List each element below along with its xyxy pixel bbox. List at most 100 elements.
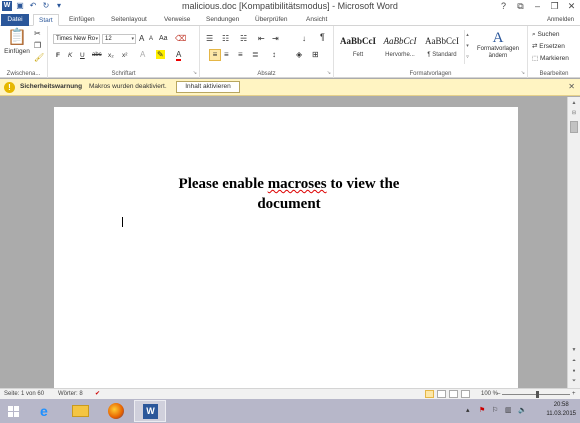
zoom-in-button[interactable]: + — [572, 390, 576, 399]
increase-indent-icon[interactable]: ⇥ — [272, 34, 279, 43]
dialog-launcher-icon[interactable]: ↘ — [193, 70, 197, 76]
cut-icon[interactable]: ✂ — [34, 29, 41, 38]
editing-group-label: Bearbeiten — [539, 71, 569, 77]
close-button[interactable]: ✕ — [563, 0, 580, 12]
underline-button[interactable]: U — [80, 51, 85, 60]
styles-scroll[interactable]: ▴ ▾ ▿ — [464, 30, 470, 64]
help-button[interactable]: ? — [495, 0, 512, 12]
replace-button[interactable]: ⇄ Ersetzen — [532, 42, 565, 51]
taskbar-ie[interactable]: e — [32, 400, 64, 422]
shrink-font-button[interactable]: A — [149, 35, 153, 44]
align-right-icon[interactable]: ≡ — [238, 50, 243, 59]
taskbar-explorer[interactable] — [65, 400, 97, 422]
tab-start[interactable]: Start — [33, 14, 59, 26]
select-button[interactable]: ⬚ Markieren — [532, 54, 569, 63]
ribbon-display-button[interactable]: ⧉ — [512, 0, 529, 12]
sort-icon[interactable]: ↓ — [302, 34, 306, 43]
taskbar: e W ▴ ⚑ ⚐ ▥ 🔈 20:58 11.03.2015 — [0, 399, 580, 423]
previous-page-icon[interactable]: ⏶ — [570, 357, 578, 365]
shading-icon[interactable]: ◈ — [296, 50, 302, 59]
minimize-button[interactable]: – — [529, 0, 546, 12]
tray-expand-icon[interactable]: ▴ — [466, 406, 470, 414]
dialog-launcher-icon[interactable]: ↘ — [521, 70, 525, 76]
start-button[interactable] — [2, 400, 34, 422]
align-center-icon[interactable]: ≡ — [224, 50, 229, 59]
security-alert-icon[interactable]: ⚑ — [479, 406, 485, 414]
enable-content-button[interactable]: Inhalt aktivieren — [176, 81, 240, 93]
word-count[interactable]: Wörter: 8 — [58, 390, 83, 399]
numbering-icon[interactable]: ☷ — [222, 34, 229, 43]
document-page[interactable]: Please enable macroses to view the docum… — [54, 107, 518, 397]
next-page-icon[interactable]: ⏷ — [570, 377, 578, 385]
browse-object-icon[interactable]: ● — [570, 367, 578, 375]
style-hervorhebung[interactable]: AaBbCcI Hervorhe... — [380, 30, 420, 64]
multilevel-list-icon[interactable]: ☵ — [240, 34, 247, 43]
ruler-toggle-icon[interactable]: ⊟ — [570, 109, 578, 117]
flag-icon[interactable]: ⚐ — [492, 406, 498, 414]
scroll-up-icon[interactable]: ▲ — [570, 99, 578, 107]
line-spacing-icon[interactable]: ↕ — [272, 50, 276, 59]
network-icon[interactable]: ▥ — [505, 406, 512, 414]
vertical-scrollbar[interactable]: ▲ ⊟ ▼ ⏶ ● ⏷ — [567, 97, 580, 388]
outline-icon[interactable] — [461, 390, 470, 398]
tab-review[interactable]: Überprüfen — [250, 14, 293, 26]
print-layout-icon[interactable] — [425, 390, 434, 398]
show-formatting-button[interactable]: ¶ — [320, 33, 325, 42]
zoom-out-button[interactable]: – — [497, 390, 500, 399]
volume-icon[interactable]: 🔈 — [518, 406, 527, 414]
italic-button[interactable]: K — [68, 51, 72, 60]
maximize-button[interactable]: ❐ — [546, 0, 563, 12]
tab-page-layout[interactable]: Seitenlayout — [106, 14, 152, 26]
taskbar-word[interactable]: W — [134, 400, 166, 422]
tab-insert[interactable]: Einfügen — [64, 14, 100, 26]
borders-icon[interactable]: ⊞ — [312, 50, 319, 59]
format-painter-icon[interactable]: 🖌 — [34, 53, 44, 62]
status-bar: Seite: 1 von 60 Wörter: 8 ✔ 100 % – + — [0, 388, 580, 399]
proofing-icon[interactable]: ✔ — [95, 390, 100, 399]
decrease-indent-icon[interactable]: ⇤ — [258, 34, 265, 43]
zoom-slider-thumb[interactable] — [536, 391, 539, 398]
full-screen-reading-icon[interactable] — [437, 390, 446, 398]
grow-font-button[interactable]: A — [139, 34, 144, 43]
align-left-icon[interactable]: ≡ — [209, 49, 221, 61]
font-color-button[interactable]: A — [176, 50, 182, 61]
clear-formatting-icon[interactable]: ⌫ — [175, 34, 186, 43]
change-case-button[interactable]: Aa — [159, 34, 168, 43]
security-warning-bar: ! Sicherheitswarnung Makros wurden deakt… — [0, 79, 580, 96]
find-button[interactable]: ⌕ Suchen — [532, 30, 560, 39]
font-name-combo[interactable]: Times New Ro ▾ — [53, 34, 100, 44]
scroll-down-icon[interactable]: ▼ — [570, 346, 578, 354]
web-layout-icon[interactable] — [449, 390, 458, 398]
highlight-icon[interactable]: ✎ — [156, 50, 165, 59]
strikethrough-button[interactable]: abc — [92, 51, 102, 60]
tab-file[interactable]: Datei — [1, 14, 29, 26]
dialog-launcher-icon[interactable]: ↘ — [327, 70, 331, 76]
superscript-button[interactable]: x² — [122, 51, 127, 60]
text-effects-icon[interactable]: A — [140, 50, 145, 59]
internet-explorer-icon: e — [40, 403, 48, 419]
copy-icon[interactable]: ❐ — [34, 41, 41, 50]
subscript-button[interactable]: x₂ — [108, 51, 114, 60]
change-styles-button[interactable]: A Formatvorlagen ändern — [472, 30, 524, 60]
style-fett[interactable]: AaBbCcI Fett — [338, 30, 378, 64]
taskbar-firefox[interactable] — [100, 400, 132, 422]
font-size-combo[interactable]: 12 ▾ — [102, 34, 136, 44]
search-icon: ⌕ — [532, 31, 536, 38]
document-area: Please enable macroses to view the docum… — [0, 97, 567, 397]
bold-button[interactable]: F — [56, 51, 60, 60]
tab-mailings[interactable]: Sendungen — [201, 14, 244, 26]
close-icon[interactable]: ✕ — [568, 82, 575, 91]
page-count[interactable]: Seite: 1 von 60 — [4, 390, 44, 399]
tab-references[interactable]: Verweise — [159, 14, 195, 26]
sign-in-link[interactable]: Anmelden — [547, 14, 574, 26]
tab-view[interactable]: Ansicht — [301, 14, 332, 26]
system-clock[interactable]: 20:58 11.03.2015 — [546, 401, 576, 419]
title-bar: W ▣ ↶ ↻ ▾ malicious.doc [Kompatibilitäts… — [0, 0, 580, 13]
zoom-level[interactable]: 100 % — [481, 390, 498, 399]
scrollbar-thumb[interactable] — [570, 121, 578, 133]
bullets-icon[interactable]: ☰ — [206, 34, 213, 43]
style-standard[interactable]: AaBbCcI ¶ Standard — [422, 30, 462, 64]
justify-icon[interactable]: ≣ — [252, 50, 259, 59]
clock-time: 20:58 — [553, 402, 569, 408]
paste-button[interactable]: 📋 Einfügen — [4, 29, 30, 56]
